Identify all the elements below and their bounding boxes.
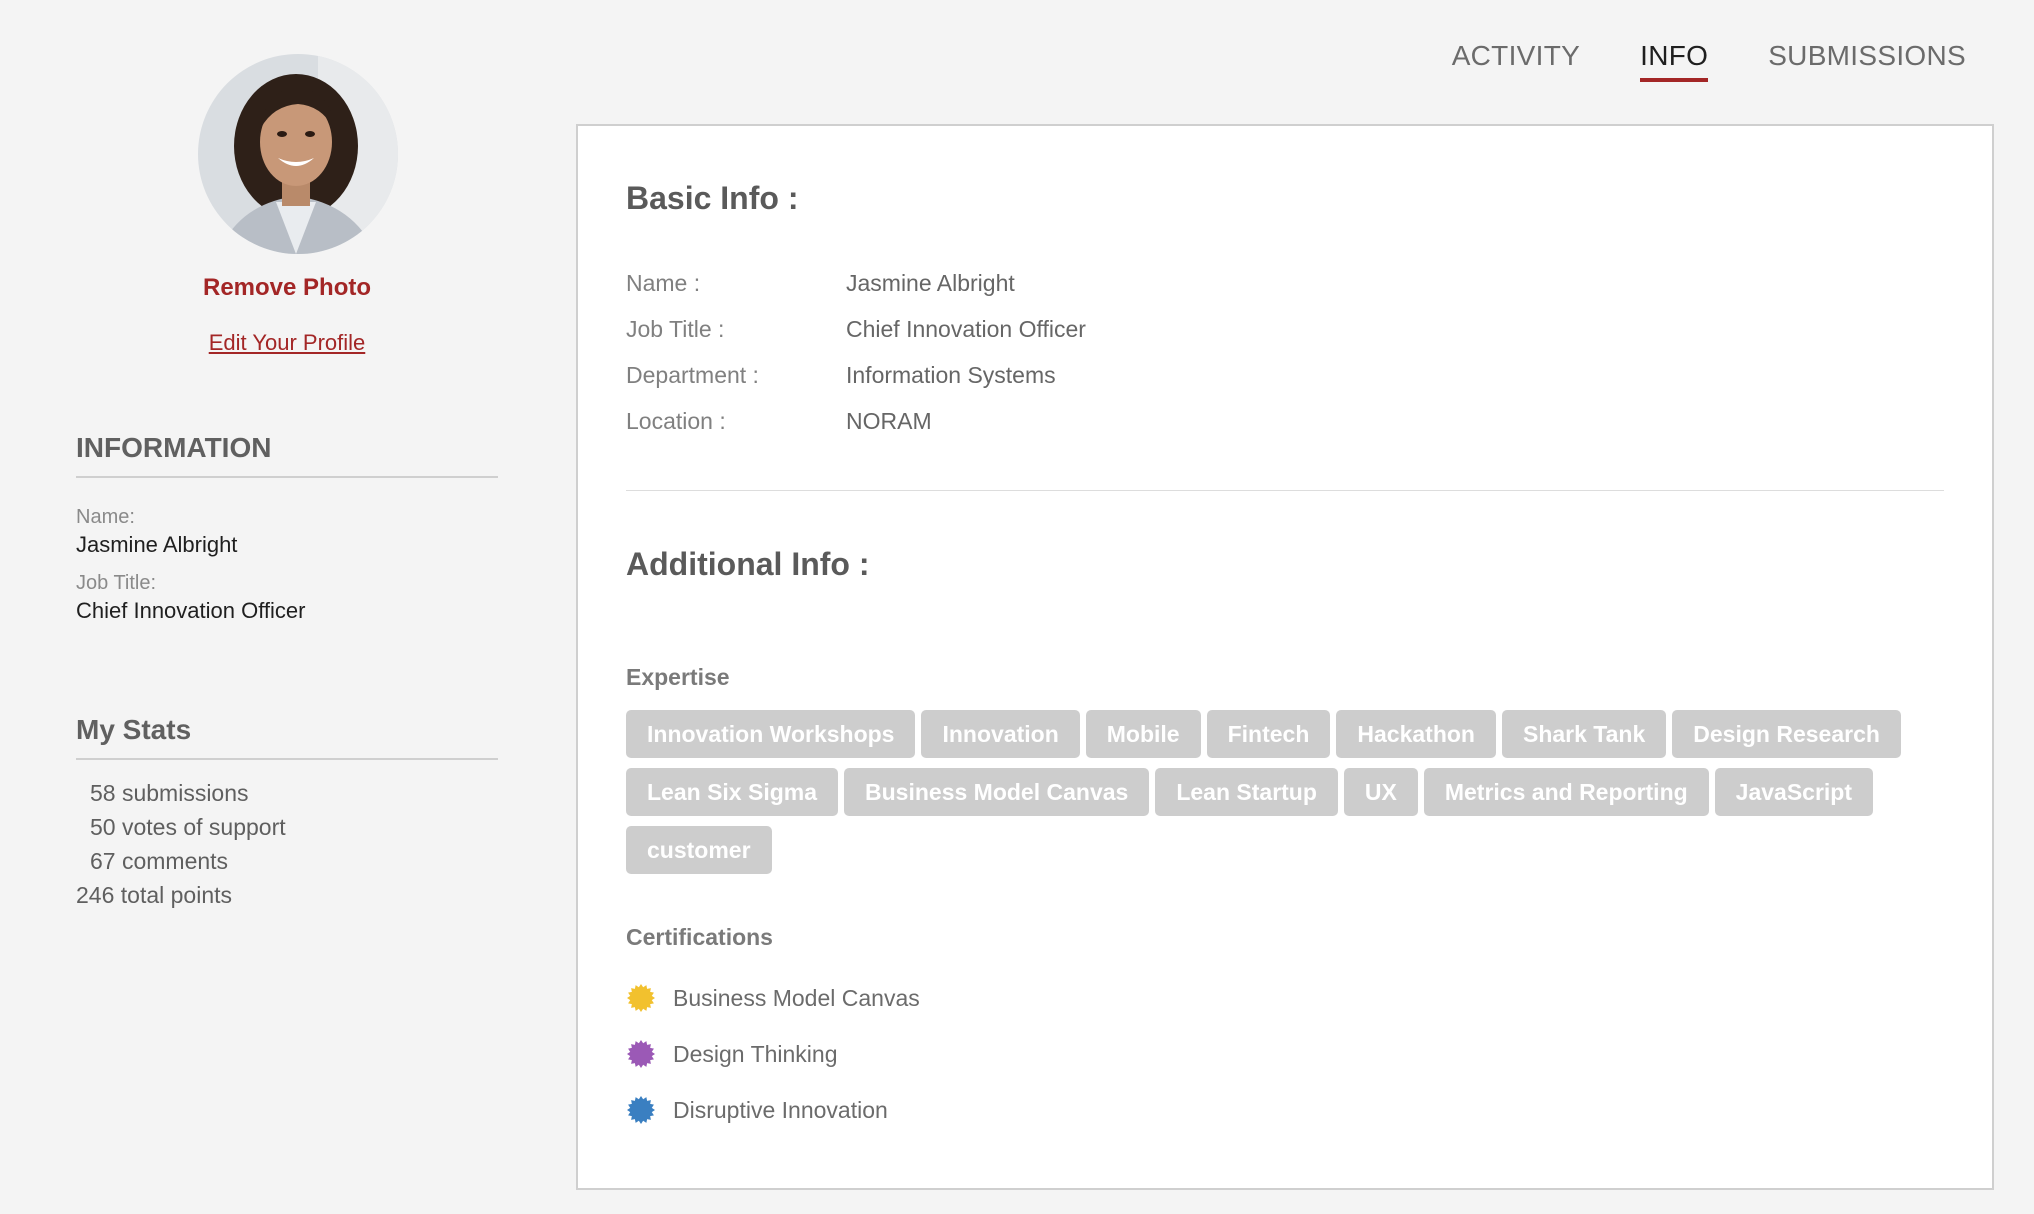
basic-info-label: Name :: [626, 269, 701, 296]
name-label: Name:: [76, 506, 135, 528]
basic-info-value: Chief Innovation Officer: [846, 315, 1086, 342]
certification-item: Disruptive Innovation: [626, 1082, 920, 1138]
badge-icon: [627, 1040, 655, 1068]
basic-info-label: Job Title :: [626, 315, 725, 342]
badge-icon: [627, 1096, 655, 1124]
section-divider: [626, 490, 1944, 491]
certifications-list: Business Model Canvas Design Thinking Di…: [626, 970, 920, 1138]
certification-name: Design Thinking: [673, 1040, 838, 1067]
tab-info[interactable]: INFO: [1640, 40, 1709, 82]
expertise-tag[interactable]: Lean Startup: [1155, 768, 1338, 816]
expertise-tag[interactable]: Design Research: [1672, 710, 1901, 758]
expertise-tag[interactable]: customer: [626, 826, 772, 874]
stat-submissions: 58 submissions: [90, 780, 249, 806]
avatar: [198, 54, 398, 254]
information-heading: INFORMATION: [76, 432, 498, 478]
tab-activity[interactable]: ACTIVITY: [1452, 40, 1580, 82]
job-title-value: Chief Innovation Officer: [76, 598, 306, 623]
edit-profile-link[interactable]: Edit Your Profile: [76, 330, 498, 356]
stat-votes: 50 votes of support: [90, 814, 286, 840]
profile-sidebar: Remove Photo Edit Your Profile INFORMATI…: [76, 0, 498, 1214]
basic-info-value: Information Systems: [846, 361, 1056, 388]
certifications-label: Certifications: [626, 924, 773, 950]
stat-comments: 67 comments: [90, 848, 229, 874]
basic-info-row: Name : Jasmine Albright: [626, 260, 1426, 306]
stats-list: 58 submissions 50 votes of support 67 co…: [76, 776, 498, 912]
basic-info-row: Job Title : Chief Innovation Officer: [626, 306, 1426, 352]
expertise-tag[interactable]: UX: [1343, 768, 1418, 816]
certification-item: Business Model Canvas: [626, 970, 920, 1026]
basic-info-value: Jasmine Albright: [846, 269, 1015, 296]
expertise-tags: Innovation Workshops Innovation Mobile F…: [626, 710, 1926, 874]
tab-submissions[interactable]: SUBMISSIONS: [1768, 40, 1966, 82]
info-panel: Basic Info : Name : Jasmine Albright Job…: [576, 124, 1994, 1190]
expertise-tag[interactable]: Shark Tank: [1501, 710, 1667, 758]
expertise-tag[interactable]: JavaScript: [1714, 768, 1874, 816]
expertise-tag[interactable]: Lean Six Sigma: [626, 768, 839, 816]
expertise-tag[interactable]: Hackathon: [1336, 710, 1496, 758]
expertise-tag[interactable]: Mobile: [1085, 710, 1201, 758]
stat-total-points: 246 total points: [76, 882, 233, 908]
expertise-tag[interactable]: Innovation Workshops: [626, 710, 916, 758]
expertise-tag[interactable]: Innovation: [921, 710, 1080, 758]
basic-info-label: Department :: [626, 361, 759, 388]
information-block: Name: Jasmine Albright Job Title: Chief …: [76, 504, 498, 636]
basic-info-value: NORAM: [846, 407, 932, 434]
expertise-tag[interactable]: Metrics and Reporting: [1423, 768, 1709, 816]
name-value: Jasmine Albright: [76, 532, 238, 557]
basic-info-rows: Name : Jasmine Albright Job Title : Chie…: [626, 260, 1426, 444]
expertise-tag[interactable]: Fintech: [1206, 710, 1331, 758]
expertise-label: Expertise: [626, 664, 730, 690]
badge-icon: [627, 984, 655, 1012]
expertise-tag[interactable]: Business Model Canvas: [844, 768, 1150, 816]
basic-info-label: Location :: [626, 407, 726, 434]
certification-name: Disruptive Innovation: [673, 1096, 888, 1123]
profile-tabs: ACTIVITY INFO SUBMISSIONS: [1452, 40, 1966, 82]
avatar-image: [198, 54, 398, 254]
job-title-label: Job Title:: [76, 572, 157, 594]
basic-info-row: Department : Information Systems: [626, 352, 1426, 398]
basic-info-row: Location : NORAM: [626, 398, 1426, 444]
remove-photo-link[interactable]: Remove Photo: [76, 274, 498, 302]
certification-name: Business Model Canvas: [673, 984, 920, 1011]
certification-item: Design Thinking: [626, 1026, 920, 1082]
my-stats-heading: My Stats: [76, 714, 498, 760]
basic-info-title: Basic Info :: [626, 180, 799, 216]
additional-info-title: Additional Info :: [626, 546, 870, 582]
